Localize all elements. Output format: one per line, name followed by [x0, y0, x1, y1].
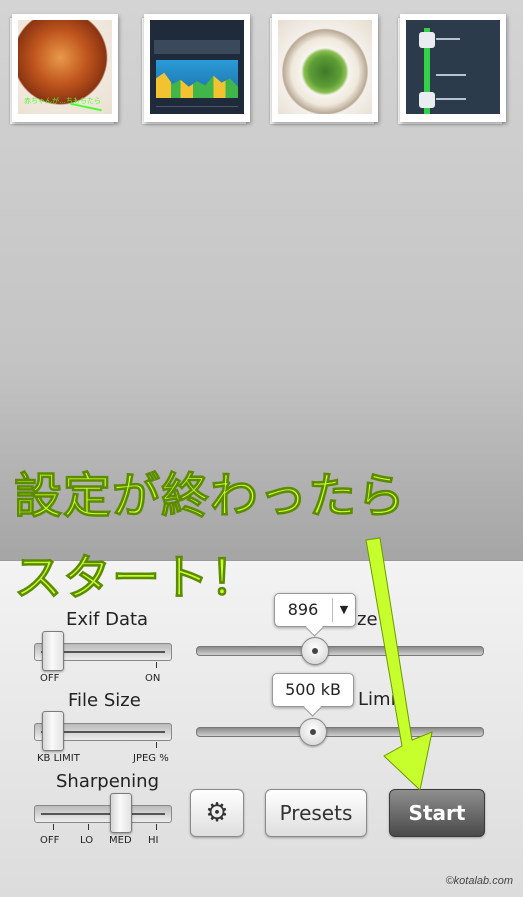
food-bowl-image [278, 20, 372, 114]
presets-button[interactable]: Presets [265, 789, 367, 837]
thumbnail-transit[interactable] [400, 14, 506, 122]
image-size-value: 896 [287, 600, 319, 619]
kb-limit-slider-knob[interactable] [299, 718, 327, 746]
sharpening-hi-label: HI [148, 835, 159, 846]
annotation-line-2: スタート！ [13, 550, 260, 607]
thumbnail-pasta[interactable]: 赤ちゃんが…ちもちたら [12, 14, 118, 122]
kb-limit-slider[interactable] [196, 727, 484, 737]
sharpening-off-label: OFF [40, 835, 60, 846]
image-size-slider[interactable] [196, 646, 484, 656]
settings-panel: Exif Data OFF ON File Size KB LIMIT JPEG… [0, 560, 523, 897]
sharpening-switch-knob[interactable] [110, 793, 132, 833]
jpeg-percent-option-label: JPEG % [133, 753, 169, 764]
sharpening-label: Sharpening [56, 771, 160, 792]
exif-on-label: ON [145, 673, 161, 684]
transit-screenshot-image [406, 20, 500, 114]
exif-label: Exif Data [66, 609, 149, 630]
pasta-image: 赤ちゃんが…ちもちたら [18, 20, 112, 114]
image-size-value-bubble[interactable]: 896 ▼ [274, 593, 356, 627]
sharpening-switch[interactable] [34, 805, 172, 830]
kb-limit-value-bubble: 500 kB [272, 673, 354, 707]
thumbnail-food[interactable] [272, 14, 378, 122]
exif-switch-knob[interactable] [42, 631, 64, 671]
sharpening-lo-label: LO [80, 835, 94, 846]
image-size-slider-knob[interactable] [301, 637, 329, 665]
kb-limit-label: Limi [358, 689, 396, 710]
start-button-label: Start [408, 801, 466, 825]
thumbnail-caption: 赤ちゃんが…ちもちたら [24, 98, 101, 105]
exif-off-label: OFF [40, 673, 60, 684]
chart-screenshot-image [150, 20, 244, 114]
file-size-switch-knob[interactable] [42, 711, 64, 751]
start-button[interactable]: Start [389, 789, 485, 837]
gear-icon: ⚙ [205, 798, 229, 828]
file-size-label: File Size [68, 690, 141, 711]
thumbnail-chart[interactable] [144, 14, 250, 122]
annotation-line-1: 設定が終わったら [13, 468, 407, 525]
watermark: ©kotalab.com [445, 875, 513, 887]
kb-limit-value: 500 kB [285, 680, 341, 699]
presets-button-label: Presets [279, 801, 353, 825]
settings-button[interactable]: ⚙ [190, 789, 244, 837]
triangle-down-icon[interactable]: ▼ [332, 598, 355, 622]
kb-limit-option-label: KB LIMIT [37, 753, 80, 764]
sharpening-med-label: MED [109, 835, 132, 846]
